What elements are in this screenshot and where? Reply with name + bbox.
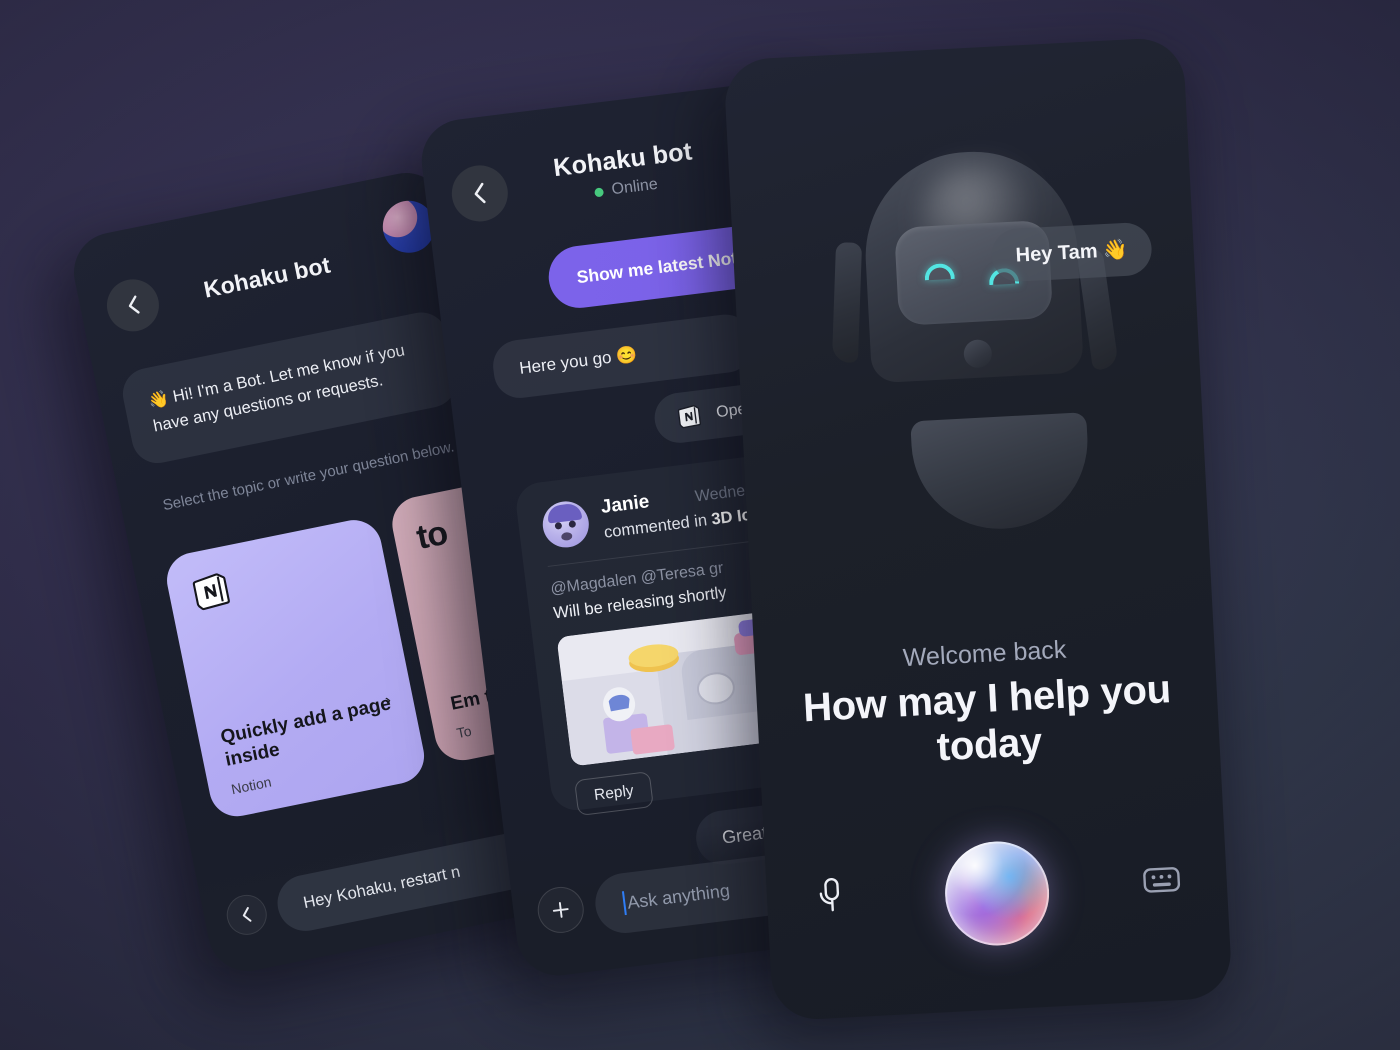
topic-card-notion[interactable]: Quickly add a page inside Notion › [162, 515, 430, 822]
status-label: Online [610, 175, 659, 199]
bot-intro-message: 👋 Hi! I'm a Bot. Let me know if you have… [118, 307, 461, 468]
notion-icon [188, 568, 235, 615]
comment-author: Janie [599, 491, 651, 518]
notion-icon [677, 405, 701, 429]
microphone-icon [819, 877, 840, 912]
orb-ring [942, 839, 1051, 948]
footer-back-button[interactable] [223, 891, 271, 939]
greeting-bubble: Hey Tam 👋 [990, 221, 1154, 283]
avatar [540, 498, 592, 551]
voice-orb-button[interactable] [942, 838, 1052, 949]
robot-eye-left [924, 262, 955, 281]
message-input-placeholder: Ask anything [626, 879, 731, 913]
assistant-dock [764, 820, 1230, 964]
assistant-headline: How may I help you today [801, 667, 1172, 770]
keyboard-icon [1143, 867, 1181, 893]
page-title: Kohaku bot [201, 251, 333, 303]
chevron-left-icon [242, 907, 252, 922]
plus-icon [552, 902, 569, 918]
keyboard-button[interactable] [1142, 864, 1182, 896]
add-attachment-button[interactable] [535, 884, 587, 936]
kohaku-robot-mascot [797, 120, 1154, 657]
reply-button[interactable]: Reply [574, 771, 654, 817]
robot-body [910, 412, 1092, 534]
phone-screen-assistant: Hey Tam 👋 Welcome back How may I help yo… [723, 36, 1233, 1022]
microphone-button[interactable] [814, 875, 850, 915]
robot-left-arm [831, 242, 863, 363]
online-dot [594, 186, 605, 197]
